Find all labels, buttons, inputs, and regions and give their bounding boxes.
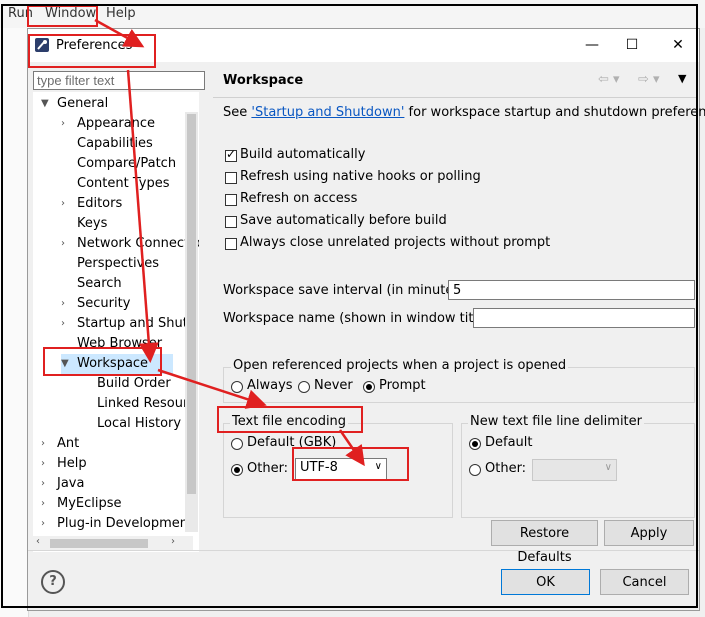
delim-default-label: Default xyxy=(485,435,533,450)
forward-arrow-icon[interactable]: ⇨ ▾ xyxy=(638,72,660,87)
back-arrow-icon[interactable]: ⇦ ▾ xyxy=(598,72,620,87)
close-unrelated-checkbox[interactable] xyxy=(225,238,237,250)
open-ref-prompt-label: Prompt xyxy=(379,378,426,393)
annotation-box-workspace-item xyxy=(43,347,162,376)
collapsed-chevron-icon[interactable]: › xyxy=(61,314,65,334)
footer-separator xyxy=(28,550,699,551)
open-ref-prompt-radio[interactable] xyxy=(363,381,375,393)
tree-item-perspectives[interactable]: Perspectives xyxy=(61,254,159,274)
tree-item-search[interactable]: Search xyxy=(61,274,122,294)
collapsed-chevron-icon[interactable]: › xyxy=(41,494,45,514)
encoding-other-label: Other: xyxy=(247,461,289,476)
refresh-native-hooks-label: Refresh using native hooks or polling xyxy=(240,169,481,184)
preferences-tree: ▼ General › Appearance Capabilities Compa… xyxy=(33,92,199,552)
collapsed-chevron-icon[interactable]: › xyxy=(41,454,45,474)
expanded-chevron-icon[interactable]: ▼ xyxy=(41,94,49,114)
collapsed-chevron-icon[interactable]: › xyxy=(61,194,65,214)
tree-item-content-types[interactable]: Content Types xyxy=(61,174,169,194)
background-menubar: Run Window Help xyxy=(0,0,705,28)
encoding-other-radio[interactable] xyxy=(231,464,243,476)
page-separator xyxy=(213,97,698,98)
tree-item-build-order[interactable]: Build Order xyxy=(81,374,171,394)
tree-item-help[interactable]: › Help xyxy=(41,454,87,474)
build-automatically-label: Build automatically xyxy=(240,147,366,162)
restore-defaults-button[interactable]: Restore Defaults xyxy=(491,520,598,565)
workspace-name-label: Workspace name (shown in window title): xyxy=(223,311,495,326)
tree-item-editors[interactable]: › Editors xyxy=(61,194,122,214)
tree-item-plugin-development[interactable]: › Plug-in Development xyxy=(41,514,193,534)
collapsed-chevron-icon[interactable]: › xyxy=(61,234,65,254)
open-referenced-title: Open referenced projects when a project … xyxy=(231,358,569,373)
annotation-box-window-menu xyxy=(27,5,98,27)
save-before-build-checkbox[interactable] xyxy=(225,216,237,228)
preferences-dialog: Preferences — ☐ ✕ ▼ General ›Appearance … xyxy=(27,28,705,611)
collapsed-chevron-icon[interactable]: › xyxy=(41,434,45,454)
tree-vertical-thumb[interactable] xyxy=(187,114,196,494)
save-before-build-label: Save automatically before build xyxy=(240,213,447,228)
menu-help[interactable]: Help xyxy=(106,6,136,21)
ok-button[interactable]: OK xyxy=(501,569,590,595)
collapsed-chevron-icon[interactable]: › xyxy=(61,114,65,134)
annotation-box-utf8-select xyxy=(292,447,409,481)
open-ref-always-radio[interactable] xyxy=(231,381,243,393)
background-editor-strip xyxy=(0,28,29,617)
cancel-button[interactable]: Cancel xyxy=(600,569,689,595)
tree-item-capabilities[interactable]: Capabilities xyxy=(61,134,153,154)
apply-button[interactable]: Apply xyxy=(604,520,694,546)
tree-item-java[interactable]: › Java xyxy=(41,474,84,494)
open-ref-never-radio[interactable] xyxy=(298,381,310,393)
delim-other-radio[interactable] xyxy=(469,464,481,476)
refresh-on-access-label: Refresh on access xyxy=(240,191,358,206)
tree-item-general[interactable]: ▼ General xyxy=(41,94,108,114)
tree-item-linked-resources[interactable]: Linked Resourc xyxy=(81,394,195,414)
close-button[interactable]: ✕ xyxy=(665,33,691,57)
line-delimiter-title: New text file line delimiter xyxy=(468,414,644,429)
annotation-box-text-encoding xyxy=(217,406,363,433)
tree-item-appearance[interactable]: › Appearance xyxy=(61,114,155,134)
open-ref-never-label: Never xyxy=(314,378,353,393)
save-interval-label: Workspace save interval (in minutes): xyxy=(223,283,470,298)
build-automatically-checkbox[interactable] xyxy=(225,147,237,162)
close-unrelated-label: Always close unrelated projects without … xyxy=(240,235,551,250)
delimiter-select[interactable]: ∨ xyxy=(532,459,617,481)
save-interval-input[interactable] xyxy=(448,280,695,300)
minimize-button[interactable]: — xyxy=(579,33,605,57)
workspace-name-input[interactable] xyxy=(473,308,695,328)
help-icon[interactable]: ? xyxy=(41,570,65,594)
workspace-page: Workspace ⇦ ▾ ⇨ ▾ ▼ See 'Startup and Shu… xyxy=(213,64,705,565)
startup-shutdown-link[interactable]: 'Startup and Shutdown' xyxy=(251,105,404,120)
scroll-right-icon[interactable]: › xyxy=(171,536,175,547)
tree-item-keys[interactable]: Keys xyxy=(61,214,107,234)
delim-default-radio[interactable] xyxy=(469,438,481,450)
refresh-on-access-checkbox[interactable] xyxy=(225,194,237,206)
tree-item-myeclipse[interactable]: › MyEclipse xyxy=(41,494,122,514)
tree-item-local-history[interactable]: Local History xyxy=(81,414,181,434)
collapsed-chevron-icon[interactable]: › xyxy=(61,294,65,314)
open-ref-always-label: Always xyxy=(247,378,293,393)
collapsed-chevron-icon[interactable]: › xyxy=(41,514,45,534)
filter-input[interactable] xyxy=(33,71,205,90)
tree-horizontal-thumb[interactable] xyxy=(50,539,148,548)
tree-item-network-connections[interactable]: › Network Connectio xyxy=(61,234,199,254)
tree-item-security[interactable]: › Security xyxy=(61,294,130,314)
tree-item-compare-patch[interactable]: Compare/Patch xyxy=(61,154,176,174)
tree-item-ant[interactable]: › Ant xyxy=(41,434,79,454)
encoding-default-radio[interactable] xyxy=(231,438,243,450)
page-title: Workspace xyxy=(223,73,304,88)
refresh-native-hooks-checkbox[interactable] xyxy=(225,172,237,184)
collapsed-chevron-icon[interactable]: › xyxy=(41,474,45,494)
annotation-box-preferences-title xyxy=(28,34,156,68)
maximize-button[interactable]: ☐ xyxy=(619,33,645,57)
view-menu-icon[interactable]: ▼ xyxy=(678,72,686,85)
chevron-down-icon[interactable]: ∨ xyxy=(605,462,612,473)
scroll-left-icon[interactable]: ‹ xyxy=(36,536,40,547)
tree-item-startup-shutdown[interactable]: › Startup and Shutd xyxy=(61,314,196,334)
delim-other-label: Other: xyxy=(485,461,527,476)
startup-note: See 'Startup and Shutdown' for workspace… xyxy=(223,105,705,120)
